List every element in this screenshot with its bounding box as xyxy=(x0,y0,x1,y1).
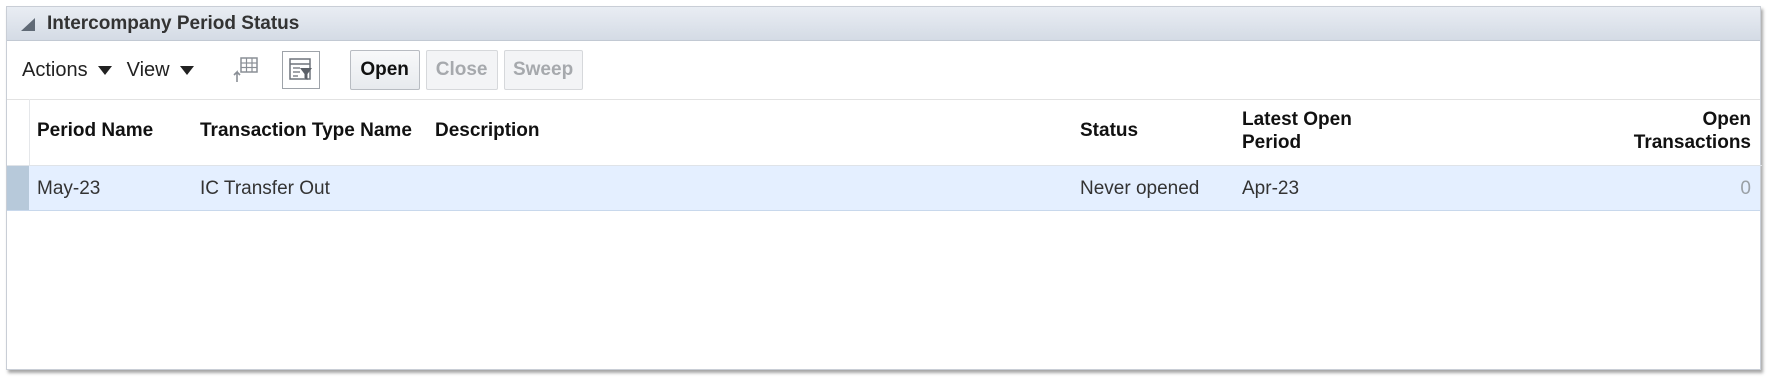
cell-period-name: May-23 xyxy=(37,178,101,199)
panel-header[interactable]: Intercompany Period Status xyxy=(7,7,1760,41)
open-button-label: Open xyxy=(360,59,409,80)
table-detach-icon xyxy=(233,57,258,82)
column-header-open-transactions-line1: Open xyxy=(1702,109,1751,130)
header-gutter xyxy=(7,99,30,165)
intercompany-period-status-panel: Intercompany Period Status Actions View xyxy=(6,6,1762,370)
period-status-table: Period Name Transaction Type Name Descri… xyxy=(7,99,1762,211)
column-header-status[interactable]: Status xyxy=(1080,119,1138,142)
close-button[interactable]: Close xyxy=(425,50,498,90)
column-header-period-name[interactable]: Period Name xyxy=(37,119,153,142)
column-header-description[interactable]: Description xyxy=(435,119,540,142)
collapse-icon[interactable] xyxy=(21,18,35,31)
close-button-label: Close xyxy=(435,59,488,80)
actions-menu[interactable]: Actions xyxy=(22,59,112,82)
cell-latest-open-period: Apr-23 xyxy=(1242,178,1300,199)
toolbar: Actions View Open Close Sweep xyxy=(7,41,1760,100)
query-by-example-icon xyxy=(288,58,312,80)
cell-status: Never opened xyxy=(1080,178,1200,199)
cell-open-transactions: 0 xyxy=(1740,178,1751,199)
row-selector[interactable] xyxy=(7,166,29,210)
column-header-transaction-type-name[interactable]: Transaction Type Name xyxy=(200,119,412,142)
query-by-example-button[interactable] xyxy=(281,51,320,89)
sweep-button[interactable]: Sweep xyxy=(503,50,583,90)
column-header-latest-open-line2: Period xyxy=(1242,132,1302,153)
column-header-latest-open-line1: Latest Open xyxy=(1242,109,1352,130)
column-header-open-transactions-line2: Transactions xyxy=(1633,132,1751,153)
detach-table-button[interactable] xyxy=(232,55,260,85)
column-header-latest-open-period[interactable]: Latest Open Period xyxy=(1242,108,1352,154)
table-header: Period Name Transaction Type Name Descri… xyxy=(7,99,1762,166)
view-menu[interactable]: View xyxy=(127,59,194,82)
table-row[interactable]: May-23 IC Transfer Out Never opened Apr-… xyxy=(7,166,1760,211)
actions-menu-label: Actions xyxy=(22,58,88,81)
view-menu-label: View xyxy=(126,58,170,81)
open-button[interactable]: Open xyxy=(349,50,420,90)
panel-title: Intercompany Period Status xyxy=(47,12,300,34)
actions-caret-icon xyxy=(97,65,112,75)
view-caret-icon xyxy=(179,65,194,75)
sweep-button-label: Sweep xyxy=(512,59,574,80)
column-header-open-transactions[interactable]: Open Transactions xyxy=(1634,108,1751,154)
cell-transaction-type-name: IC Transfer Out xyxy=(200,178,330,199)
